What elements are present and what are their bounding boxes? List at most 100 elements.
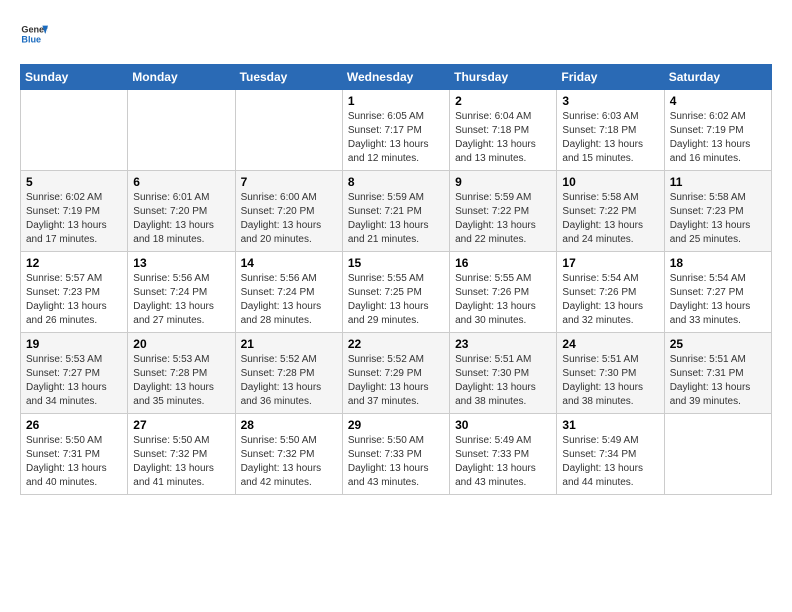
day-number: 27 — [133, 418, 229, 432]
day-info: Sunrise: 6:01 AM Sunset: 7:20 PM Dayligh… — [133, 191, 229, 247]
day-number: 25 — [670, 337, 766, 351]
calendar-cell: 30 Sunrise: 5:49 AM Sunset: 7:33 PM Dayli… — [450, 414, 557, 495]
day-info: Sunrise: 5:59 AM Sunset: 7:22 PM Dayligh… — [455, 191, 551, 247]
calendar-cell: 21 Sunrise: 5:52 AM Sunset: 7:28 PM Dayli… — [235, 333, 342, 414]
day-info: Sunrise: 5:49 AM Sunset: 7:33 PM Dayligh… — [455, 434, 551, 490]
day-number: 29 — [348, 418, 444, 432]
calendar-cell: 24 Sunrise: 5:51 AM Sunset: 7:30 PM Dayli… — [557, 333, 664, 414]
calendar-cell: 1 Sunrise: 6:05 AM Sunset: 7:17 PM Daylig… — [342, 90, 449, 171]
day-number: 15 — [348, 256, 444, 270]
day-info: Sunrise: 6:05 AM Sunset: 7:17 PM Dayligh… — [348, 110, 444, 166]
day-info: Sunrise: 5:54 AM Sunset: 7:26 PM Dayligh… — [562, 272, 658, 328]
day-info: Sunrise: 5:58 AM Sunset: 7:22 PM Dayligh… — [562, 191, 658, 247]
calendar-header-tuesday: Tuesday — [235, 65, 342, 90]
day-info: Sunrise: 5:54 AM Sunset: 7:27 PM Dayligh… — [670, 272, 766, 328]
svg-text:Blue: Blue — [21, 34, 41, 44]
day-number: 16 — [455, 256, 551, 270]
calendar-cell: 5Sunrise: 6:02 AM Sunset: 7:19 PM Daylig… — [21, 171, 128, 252]
calendar-cell: 31 Sunrise: 5:49 AM Sunset: 7:34 PM Dayli… — [557, 414, 664, 495]
day-number: 3 — [562, 94, 658, 108]
day-number: 28 — [241, 418, 337, 432]
calendar-cell: 26 Sunrise: 5:50 AM Sunset: 7:31 PM Dayli… — [21, 414, 128, 495]
day-info: Sunrise: 6:04 AM Sunset: 7:18 PM Dayligh… — [455, 110, 551, 166]
calendar-cell: 23 Sunrise: 5:51 AM Sunset: 7:30 PM Dayli… — [450, 333, 557, 414]
day-number: 11 — [670, 175, 766, 189]
logo-icon: General Blue — [20, 20, 48, 48]
calendar-cell: 13 Sunrise: 5:56 AM Sunset: 7:24 PM Dayli… — [128, 252, 235, 333]
day-info: Sunrise: 5:52 AM Sunset: 7:28 PM Dayligh… — [241, 353, 337, 409]
day-number: 10 — [562, 175, 658, 189]
day-info: Sunrise: 5:56 AM Sunset: 7:24 PM Dayligh… — [133, 272, 229, 328]
calendar-cell: 4 Sunrise: 6:02 AM Sunset: 7:19 PM Daylig… — [664, 90, 771, 171]
calendar-cell: 18 Sunrise: 5:54 AM Sunset: 7:27 PM Dayli… — [664, 252, 771, 333]
day-info: Sunrise: 5:51 AM Sunset: 7:30 PM Dayligh… — [562, 353, 658, 409]
day-number: 1 — [348, 94, 444, 108]
day-info: Sunrise: 6:00 AM Sunset: 7:20 PM Dayligh… — [241, 191, 337, 247]
calendar-header-friday: Friday — [557, 65, 664, 90]
day-info: Sunrise: 5:50 AM Sunset: 7:32 PM Dayligh… — [133, 434, 229, 490]
calendar-cell: 29 Sunrise: 5:50 AM Sunset: 7:33 PM Dayli… — [342, 414, 449, 495]
calendar-cell: 15 Sunrise: 5:55 AM Sunset: 7:25 PM Dayli… — [342, 252, 449, 333]
day-number: 14 — [241, 256, 337, 270]
logo: General Blue — [20, 20, 52, 48]
calendar-cell: 14 Sunrise: 5:56 AM Sunset: 7:24 PM Dayli… — [235, 252, 342, 333]
calendar-cell: 11 Sunrise: 5:58 AM Sunset: 7:23 PM Dayli… — [664, 171, 771, 252]
day-info: Sunrise: 5:59 AM Sunset: 7:21 PM Dayligh… — [348, 191, 444, 247]
calendar-cell: 10 Sunrise: 5:58 AM Sunset: 7:22 PM Dayli… — [557, 171, 664, 252]
day-number: 9 — [455, 175, 551, 189]
day-number: 13 — [133, 256, 229, 270]
day-number: 12 — [26, 256, 122, 270]
calendar-cell: 25Sunrise: 5:51 AM Sunset: 7:31 PM Dayli… — [664, 333, 771, 414]
calendar-header-monday: Monday — [128, 65, 235, 90]
calendar-cell: 20 Sunrise: 5:53 AM Sunset: 7:28 PM Dayli… — [128, 333, 235, 414]
day-info: Sunrise: 5:53 AM Sunset: 7:28 PM Dayligh… — [133, 353, 229, 409]
calendar-cell — [235, 90, 342, 171]
day-info: Sunrise: 5:51 AM Sunset: 7:30 PM Dayligh… — [455, 353, 551, 409]
calendar-header-saturday: Saturday — [664, 65, 771, 90]
day-info: Sunrise: 5:55 AM Sunset: 7:25 PM Dayligh… — [348, 272, 444, 328]
calendar-header-thursday: Thursday — [450, 65, 557, 90]
calendar-cell — [128, 90, 235, 171]
day-number: 20 — [133, 337, 229, 351]
day-info: Sunrise: 5:53 AM Sunset: 7:27 PM Dayligh… — [26, 353, 122, 409]
day-info: Sunrise: 5:58 AM Sunset: 7:23 PM Dayligh… — [670, 191, 766, 247]
calendar-cell: 12Sunrise: 5:57 AM Sunset: 7:23 PM Dayli… — [21, 252, 128, 333]
day-info: Sunrise: 6:02 AM Sunset: 7:19 PM Dayligh… — [670, 110, 766, 166]
calendar-cell: 7 Sunrise: 6:00 AM Sunset: 7:20 PM Daylig… — [235, 171, 342, 252]
calendar-cell: 6 Sunrise: 6:01 AM Sunset: 7:20 PM Daylig… — [128, 171, 235, 252]
day-info: Sunrise: 5:52 AM Sunset: 7:29 PM Dayligh… — [348, 353, 444, 409]
day-number: 30 — [455, 418, 551, 432]
day-info: Sunrise: 5:50 AM Sunset: 7:31 PM Dayligh… — [26, 434, 122, 490]
day-number: 17 — [562, 256, 658, 270]
calendar-cell — [21, 90, 128, 171]
calendar-cell: 2 Sunrise: 6:04 AM Sunset: 7:18 PM Daylig… — [450, 90, 557, 171]
day-number: 2 — [455, 94, 551, 108]
day-number: 23 — [455, 337, 551, 351]
calendar-cell: 8 Sunrise: 5:59 AM Sunset: 7:21 PM Daylig… — [342, 171, 449, 252]
day-number: 6 — [133, 175, 229, 189]
calendar-cell: 9 Sunrise: 5:59 AM Sunset: 7:22 PM Daylig… — [450, 171, 557, 252]
day-info: Sunrise: 5:50 AM Sunset: 7:32 PM Dayligh… — [241, 434, 337, 490]
day-info: Sunrise: 6:03 AM Sunset: 7:18 PM Dayligh… — [562, 110, 658, 166]
day-number: 18 — [670, 256, 766, 270]
day-info: Sunrise: 5:49 AM Sunset: 7:34 PM Dayligh… — [562, 434, 658, 490]
day-number: 7 — [241, 175, 337, 189]
day-number: 21 — [241, 337, 337, 351]
day-info: Sunrise: 5:56 AM Sunset: 7:24 PM Dayligh… — [241, 272, 337, 328]
day-number: 19 — [26, 337, 122, 351]
calendar-cell: 27 Sunrise: 5:50 AM Sunset: 7:32 PM Dayli… — [128, 414, 235, 495]
calendar-cell: 28 Sunrise: 5:50 AM Sunset: 7:32 PM Dayli… — [235, 414, 342, 495]
calendar-cell — [664, 414, 771, 495]
day-number: 26 — [26, 418, 122, 432]
calendar-cell: 17 Sunrise: 5:54 AM Sunset: 7:26 PM Dayli… — [557, 252, 664, 333]
calendar-cell: 22 Sunrise: 5:52 AM Sunset: 7:29 PM Dayli… — [342, 333, 449, 414]
calendar-cell: 3 Sunrise: 6:03 AM Sunset: 7:18 PM Daylig… — [557, 90, 664, 171]
day-number: 4 — [670, 94, 766, 108]
calendar: SundayMondayTuesdayWednesdayThursdayFrid… — [20, 64, 772, 495]
calendar-cell: 19 Sunrise: 5:53 AM Sunset: 7:27 PM Dayli… — [21, 333, 128, 414]
day-number: 31 — [562, 418, 658, 432]
day-number: 22 — [348, 337, 444, 351]
day-info: Sunrise: 5:50 AM Sunset: 7:33 PM Dayligh… — [348, 434, 444, 490]
day-number: 8 — [348, 175, 444, 189]
day-number: 24 — [562, 337, 658, 351]
